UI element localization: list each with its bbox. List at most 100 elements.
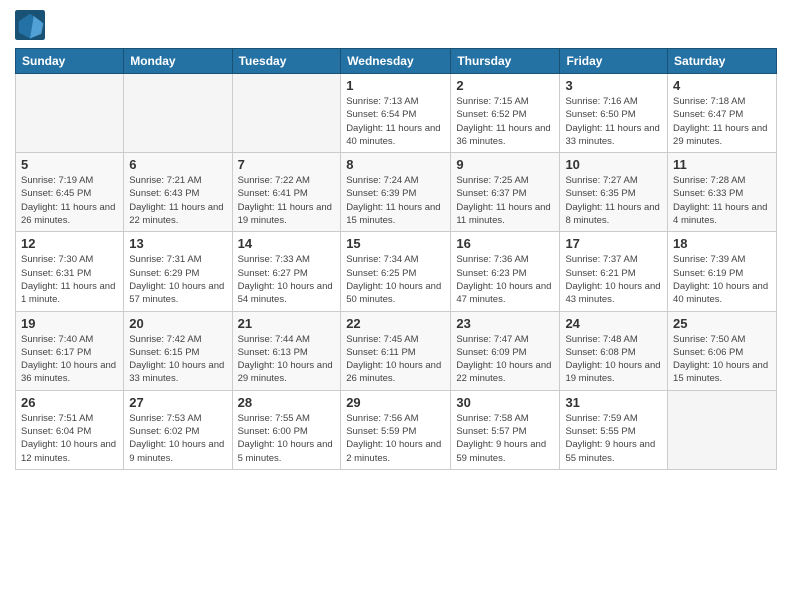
calendar-week-row: 1Sunrise: 7:13 AM Sunset: 6:54 PM Daylig… [16,74,777,153]
day-number: 7 [238,157,336,172]
calendar-day-3: 3Sunrise: 7:16 AM Sunset: 6:50 PM Daylig… [560,74,668,153]
day-info: Sunrise: 7:56 AM Sunset: 5:59 PM Dayligh… [346,412,445,465]
calendar-week-row: 26 Sunrise: 7:51 AM Sunset: 6:04 PM Dayli… [16,390,777,469]
day-number: 24 [565,316,662,331]
calendar-day-18: 18 Sunrise: 7:39 AM Sunset: 6:19 PM Dayli… [668,232,777,311]
calendar-day-9: 9 Sunrise: 7:25 AM Sunset: 6:37 PM Daylig… [451,153,560,232]
day-number: 13 [129,236,226,251]
calendar-header-row: SundayMondayTuesdayWednesdayThursdayFrid… [16,49,777,74]
day-number: 18 [673,236,771,251]
day-number: 10 [565,157,662,172]
calendar-day-16: 16 Sunrise: 7:36 AM Sunset: 6:23 PM Dayli… [451,232,560,311]
calendar-day-21: 21 Sunrise: 7:44 AM Sunset: 6:13 PM Dayli… [232,311,341,390]
logo-icon [15,10,45,40]
page-container: SundayMondayTuesdayWednesdayThursdayFrid… [0,0,792,480]
day-number: 26 [21,395,118,410]
calendar-day-13: 13 Sunrise: 7:31 AM Sunset: 6:29 PM Dayli… [124,232,232,311]
day-header-thursday: Thursday [451,49,560,74]
calendar-day-27: 27 Sunrise: 7:53 AM Sunset: 6:02 PM Dayli… [124,390,232,469]
day-info: Sunrise: 7:48 AM Sunset: 6:08 PM Dayligh… [565,333,662,386]
day-header-tuesday: Tuesday [232,49,341,74]
day-number: 3 [565,78,662,93]
day-number: 12 [21,236,118,251]
day-header-friday: Friday [560,49,668,74]
page-header [15,10,777,40]
calendar-day-8: 8 Sunrise: 7:24 AM Sunset: 6:39 PM Daylig… [341,153,451,232]
day-number: 14 [238,236,336,251]
day-header-wednesday: Wednesday [341,49,451,74]
calendar-week-row: 19 Sunrise: 7:40 AM Sunset: 6:17 PM Dayli… [16,311,777,390]
day-number: 20 [129,316,226,331]
calendar-day-19: 19 Sunrise: 7:40 AM Sunset: 6:17 PM Dayli… [16,311,124,390]
empty-day [232,74,341,153]
day-number: 16 [456,236,554,251]
day-number: 17 [565,236,662,251]
calendar-day-15: 15Sunrise: 7:34 AM Sunset: 6:25 PM Dayli… [341,232,451,311]
day-info: Sunrise: 7:53 AM Sunset: 6:02 PM Dayligh… [129,412,226,465]
day-info: Sunrise: 7:44 AM Sunset: 6:13 PM Dayligh… [238,333,336,386]
day-info: Sunrise: 7:15 AM Sunset: 6:52 PM Dayligh… [456,95,554,148]
day-number: 19 [21,316,118,331]
day-number: 23 [456,316,554,331]
day-info: Sunrise: 7:33 AM Sunset: 6:27 PM Dayligh… [238,253,336,306]
day-info: Sunrise: 7:28 AM Sunset: 6:33 PM Dayligh… [673,174,771,227]
day-info: Sunrise: 7:36 AM Sunset: 6:23 PM Dayligh… [456,253,554,306]
calendar-day-10: 10Sunrise: 7:27 AM Sunset: 6:35 PM Dayli… [560,153,668,232]
day-number: 2 [456,78,554,93]
day-number: 6 [129,157,226,172]
day-info: Sunrise: 7:21 AM Sunset: 6:43 PM Dayligh… [129,174,226,227]
day-info: Sunrise: 7:39 AM Sunset: 6:19 PM Dayligh… [673,253,771,306]
calendar-day-24: 24 Sunrise: 7:48 AM Sunset: 6:08 PM Dayli… [560,311,668,390]
day-info: Sunrise: 7:22 AM Sunset: 6:41 PM Dayligh… [238,174,336,227]
calendar-day-31: 31Sunrise: 7:59 AM Sunset: 5:55 PM Dayli… [560,390,668,469]
day-number: 4 [673,78,771,93]
day-number: 22 [346,316,445,331]
day-info: Sunrise: 7:25 AM Sunset: 6:37 PM Dayligh… [456,174,554,227]
calendar-day-14: 14 Sunrise: 7:33 AM Sunset: 6:27 PM Dayli… [232,232,341,311]
day-number: 31 [565,395,662,410]
calendar-week-row: 5Sunrise: 7:19 AM Sunset: 6:45 PM Daylig… [16,153,777,232]
day-info: Sunrise: 7:40 AM Sunset: 6:17 PM Dayligh… [21,333,118,386]
day-number: 30 [456,395,554,410]
day-number: 28 [238,395,336,410]
calendar-day-17: 17 Sunrise: 7:37 AM Sunset: 6:21 PM Dayli… [560,232,668,311]
empty-day [16,74,124,153]
day-header-monday: Monday [124,49,232,74]
calendar-day-20: 20 Sunrise: 7:42 AM Sunset: 6:15 PM Dayli… [124,311,232,390]
day-info: Sunrise: 7:13 AM Sunset: 6:54 PM Dayligh… [346,95,445,148]
day-number: 27 [129,395,226,410]
logo [15,10,49,40]
day-number: 29 [346,395,445,410]
calendar-day-1: 1Sunrise: 7:13 AM Sunset: 6:54 PM Daylig… [341,74,451,153]
day-number: 15 [346,236,445,251]
calendar-day-5: 5Sunrise: 7:19 AM Sunset: 6:45 PM Daylig… [16,153,124,232]
calendar-day-22: 22 Sunrise: 7:45 AM Sunset: 6:11 PM Dayli… [341,311,451,390]
calendar-day-30: 30Sunrise: 7:58 AM Sunset: 5:57 PM Dayli… [451,390,560,469]
day-info: Sunrise: 7:51 AM Sunset: 6:04 PM Dayligh… [21,412,118,465]
day-number: 5 [21,157,118,172]
day-header-saturday: Saturday [668,49,777,74]
calendar-day-6: 6 Sunrise: 7:21 AM Sunset: 6:43 PM Daylig… [124,153,232,232]
day-info: Sunrise: 7:18 AM Sunset: 6:47 PM Dayligh… [673,95,771,148]
calendar-day-7: 7 Sunrise: 7:22 AM Sunset: 6:41 PM Daylig… [232,153,341,232]
day-info: Sunrise: 7:42 AM Sunset: 6:15 PM Dayligh… [129,333,226,386]
calendar-day-29: 29 Sunrise: 7:56 AM Sunset: 5:59 PM Dayli… [341,390,451,469]
day-number: 9 [456,157,554,172]
day-number: 8 [346,157,445,172]
calendar-day-4: 4 Sunrise: 7:18 AM Sunset: 6:47 PM Daylig… [668,74,777,153]
day-number: 21 [238,316,336,331]
day-info: Sunrise: 7:45 AM Sunset: 6:11 PM Dayligh… [346,333,445,386]
day-info: Sunrise: 7:55 AM Sunset: 6:00 PM Dayligh… [238,412,336,465]
day-number: 11 [673,157,771,172]
calendar-day-28: 28 Sunrise: 7:55 AM Sunset: 6:00 PM Dayli… [232,390,341,469]
day-number: 25 [673,316,771,331]
day-info: Sunrise: 7:24 AM Sunset: 6:39 PM Dayligh… [346,174,445,227]
day-header-sunday: Sunday [16,49,124,74]
day-info: Sunrise: 7:50 AM Sunset: 6:06 PM Dayligh… [673,333,771,386]
calendar-day-26: 26 Sunrise: 7:51 AM Sunset: 6:04 PM Dayli… [16,390,124,469]
calendar-day-12: 12Sunrise: 7:30 AM Sunset: 6:31 PM Dayli… [16,232,124,311]
day-info: Sunrise: 7:37 AM Sunset: 6:21 PM Dayligh… [565,253,662,306]
calendar-week-row: 12Sunrise: 7:30 AM Sunset: 6:31 PM Dayli… [16,232,777,311]
calendar-day-23: 23Sunrise: 7:47 AM Sunset: 6:09 PM Dayli… [451,311,560,390]
day-info: Sunrise: 7:31 AM Sunset: 6:29 PM Dayligh… [129,253,226,306]
